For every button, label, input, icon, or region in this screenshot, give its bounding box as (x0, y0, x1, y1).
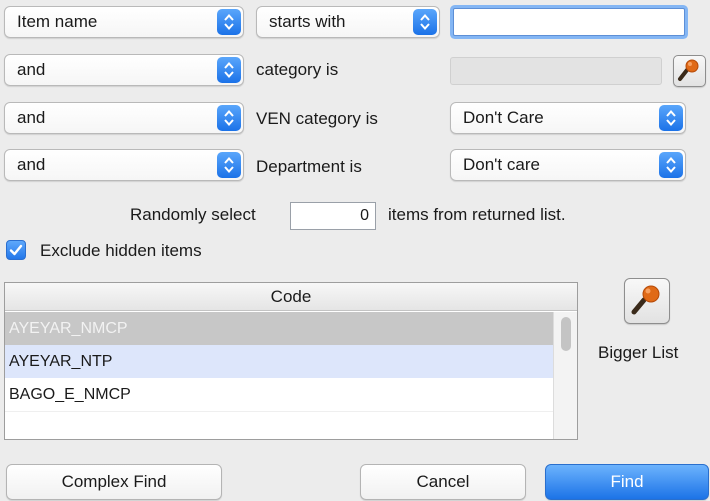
department-popup[interactable]: Don't care (450, 149, 686, 181)
exclude-hidden-label: Exclude hidden items (40, 241, 202, 260)
field-selector-popup[interactable]: Item name (4, 6, 244, 38)
results-table[interactable]: Code AYEYAR_NMCP AYEYAR_NTP BAGO_E_NMCP (4, 282, 578, 440)
updown-arrows-icon (413, 9, 437, 35)
category-label: category is (256, 60, 339, 79)
random-count-input[interactable]: 0 (290, 202, 376, 230)
ven-category-label: VEN category is (256, 109, 378, 128)
complex-find-button[interactable]: Complex Find (6, 464, 222, 500)
conjunction-value: and (17, 60, 46, 79)
random-select-suffix: items from returned list. (388, 205, 566, 224)
table-row[interactable]: AYEYAR_NMCP (5, 312, 553, 345)
ven-category-value: Don't Care (463, 108, 544, 127)
bigger-list-button[interactable] (624, 278, 670, 324)
conjunction-popup-category[interactable]: and (4, 54, 244, 86)
table-row[interactable]: AYEYAR_NTP (5, 345, 553, 378)
find-button[interactable]: Find (545, 464, 709, 500)
updown-arrows-icon (217, 57, 241, 83)
ven-category-popup[interactable]: Don't Care (450, 102, 686, 134)
bigger-list-label: Bigger List (598, 343, 679, 362)
department-label: Department is (256, 157, 362, 176)
conjunction-popup-ven[interactable]: and (4, 102, 244, 134)
category-field (450, 57, 662, 85)
column-header-code[interactable]: Code (5, 283, 577, 311)
operator-value: starts with (269, 12, 346, 31)
random-select-prefix: Randomly select (130, 205, 256, 224)
cancel-button[interactable]: Cancel (360, 464, 526, 500)
search-text-input[interactable] (453, 8, 685, 36)
updown-arrows-icon (217, 105, 241, 131)
exclude-hidden-checkbox[interactable] (6, 240, 26, 260)
updown-arrows-icon (217, 9, 241, 35)
updown-arrows-icon (217, 152, 241, 178)
magnifier-icon (678, 59, 699, 81)
magnifier-icon (631, 285, 660, 315)
category-search-button[interactable] (673, 55, 706, 87)
scrollbar-thumb[interactable] (561, 317, 571, 351)
conjunction-value: and (17, 155, 46, 174)
department-value: Don't care (463, 155, 540, 174)
operator-popup[interactable]: starts with (256, 6, 440, 38)
field-selector-value: Item name (17, 12, 98, 31)
table-scrollbar[interactable] (553, 312, 577, 439)
table-row[interactable]: BAGO_E_NMCP (5, 378, 553, 411)
checkmark-icon (9, 244, 23, 256)
updown-arrows-icon (659, 152, 683, 178)
conjunction-popup-department[interactable]: and (4, 149, 244, 181)
updown-arrows-icon (659, 105, 683, 131)
conjunction-value: and (17, 108, 46, 127)
table-row-empty (5, 411, 553, 439)
